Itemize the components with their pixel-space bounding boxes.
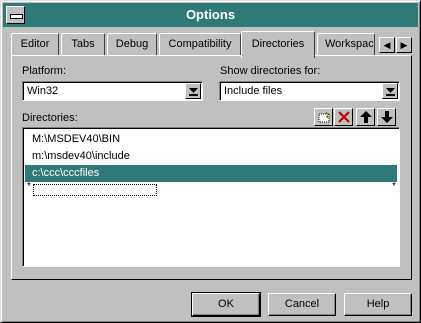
tab-scroll-left-icon[interactable]: ◀ <box>379 37 395 53</box>
new-directory-slot[interactable]: * * <box>27 181 396 196</box>
tab-scroll-right-icon[interactable]: ▶ <box>396 37 412 53</box>
platform-value: Win32 <box>27 85 59 97</box>
help-button[interactable]: Help <box>344 293 412 316</box>
tab-directories[interactable]: Directories <box>241 31 315 58</box>
show-dirs-value: Include files <box>224 85 283 97</box>
slot-marker-right: * <box>392 181 396 192</box>
new-entry-box[interactable] <box>33 184 157 196</box>
platform-combo[interactable]: Win32 <box>22 81 203 101</box>
new-folder-icon[interactable] <box>314 108 333 126</box>
move-down-icon[interactable] <box>377 108 396 126</box>
list-item[interactable]: M:\MSDEV40\BIN <box>25 131 397 148</box>
tab-tabs[interactable]: Tabs <box>61 33 105 55</box>
tab-debug[interactable]: Debug <box>107 33 157 55</box>
directories-list[interactable]: M:\MSDEV40\BIN m:\msdev40\include c:\ccc… <box>22 127 400 267</box>
delete-icon[interactable] <box>334 108 353 126</box>
tab-workspace[interactable]: Workspace <box>317 33 375 55</box>
tab-editor[interactable]: Editor <box>11 33 59 55</box>
ok-button[interactable]: OK <box>191 292 261 317</box>
platform-label: Platform: <box>22 65 67 77</box>
title-bar[interactable]: Options <box>3 3 418 27</box>
list-item[interactable]: c:\ccc\cccfiles <box>25 165 397 182</box>
show-dirs-dropdown-icon[interactable] <box>382 83 398 99</box>
slot-marker-left: * <box>27 181 31 192</box>
cancel-button[interactable]: Cancel <box>268 293 336 316</box>
show-dirs-combo[interactable]: Include files <box>219 81 400 101</box>
show-dirs-label: Show directories for: <box>220 65 321 77</box>
directories-label: Directories: <box>22 112 78 124</box>
move-up-icon[interactable] <box>356 108 375 126</box>
options-dialog: Options Editor Tabs Debug Compatibility … <box>0 0 421 323</box>
list-item[interactable]: m:\msdev40\include <box>25 148 397 165</box>
platform-dropdown-icon[interactable] <box>185 83 201 99</box>
tab-compatibility[interactable]: Compatibility <box>159 33 241 55</box>
window-title: Options <box>185 7 236 22</box>
